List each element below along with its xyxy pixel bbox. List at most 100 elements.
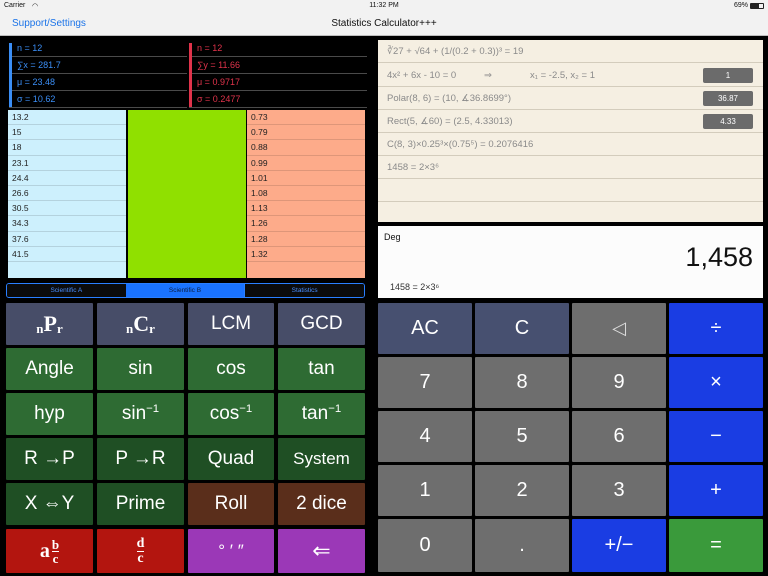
- y-cell[interactable]: 1.01: [247, 171, 365, 186]
- y-cell[interactable]: 1.32: [247, 247, 365, 262]
- minus-button[interactable]: −: [669, 411, 763, 462]
- permutation-button[interactable]: nPr: [6, 303, 93, 345]
- digit-2-button[interactable]: 2: [475, 465, 569, 516]
- digit-5-button[interactable]: 5: [475, 411, 569, 462]
- lcm-button[interactable]: LCM: [188, 303, 274, 345]
- sin-button[interactable]: sin: [97, 348, 184, 390]
- history-recall-button[interactable]: 1: [703, 68, 753, 83]
- history-recall-button[interactable]: 4.33: [703, 114, 753, 129]
- x-cell[interactable]: 37.6: [8, 232, 126, 247]
- page-title: Statistics Calculator+++: [331, 18, 437, 29]
- x-cell[interactable]: 30.5: [8, 201, 126, 217]
- angle-button[interactable]: Angle: [6, 348, 93, 390]
- history-row[interactable]: ∛27 + √64 + (1/(0.2 + 0.3))³ = 19: [378, 40, 763, 63]
- empty-data-column[interactable]: [128, 110, 246, 278]
- divide-button[interactable]: ÷: [669, 303, 763, 354]
- history-row[interactable]: Rect(5, ∡60) = (2.5, 4.33013) 4.33: [378, 110, 763, 133]
- digit-1-button[interactable]: 1: [378, 465, 472, 516]
- atan-button[interactable]: tan −1: [278, 393, 365, 435]
- arrow-icon: ⇒: [484, 70, 492, 81]
- history-row-empty: [378, 179, 763, 202]
- result-value: 1,458: [685, 242, 753, 272]
- asin-label: sin: [121, 403, 147, 424]
- tan-button[interactable]: tan: [278, 348, 365, 390]
- x-data-column[interactable]: 13.2 15 18 23.1 24.4 26.6 30.5 34.3 37.6…: [8, 110, 126, 278]
- acos-label: cos: [209, 403, 240, 424]
- history-row[interactable]: C(8, 3)×0.25³×(0.75⁵) = 0.2076416: [378, 133, 763, 156]
- support-settings-button[interactable]: Support/Settings: [12, 18, 86, 29]
- history-row[interactable]: 4x² + 6x - 10 = 0 ⇒ x₁ = -2.5, x₂ = 1 1: [378, 64, 763, 87]
- y-cell[interactable]: 0.88: [247, 140, 365, 156]
- all-clear-button[interactable]: AC: [378, 303, 472, 354]
- plus-button[interactable]: +: [669, 465, 763, 516]
- system-button[interactable]: System: [278, 438, 365, 480]
- x-cell[interactable]: 23.1: [8, 156, 126, 171]
- gcd-button[interactable]: GCD: [278, 303, 365, 345]
- cos-button[interactable]: cos: [188, 348, 274, 390]
- swap-xy-button[interactable]: X ⇔Y: [6, 483, 93, 525]
- stat-y-sum: ∑y = 11.66: [189, 57, 367, 74]
- backspace-button[interactable]: ⇐: [278, 529, 365, 573]
- polar-to-rect-button[interactable]: P →R: [97, 438, 184, 480]
- tab-scientific-b[interactable]: Scientific B: [125, 284, 245, 297]
- clock: 11:32 PM: [369, 2, 399, 9]
- x-cell[interactable]: 18: [8, 140, 126, 156]
- sign-toggle-button[interactable]: +/−: [572, 519, 666, 572]
- multiply-button[interactable]: ×: [669, 357, 763, 408]
- digit-8-button[interactable]: 8: [475, 357, 569, 408]
- combination-button[interactable]: nCr: [97, 303, 184, 345]
- prime-button[interactable]: Prime: [97, 483, 184, 525]
- acos-button[interactable]: cos −1: [188, 393, 274, 435]
- digit-9-button[interactable]: 9: [572, 357, 666, 408]
- digit-6-button[interactable]: 6: [572, 411, 666, 462]
- atan-label: tan: [301, 403, 329, 424]
- digit-3-button[interactable]: 3: [572, 465, 666, 516]
- y-cell[interactable]: 1.08: [247, 186, 365, 202]
- rect-to-polar-button[interactable]: R →P: [6, 438, 93, 480]
- y-data-column[interactable]: 0.73 0.79 0.88 0.99 1.01 1.08 1.13 1.26 …: [247, 110, 365, 278]
- inverse-exponent: −1: [328, 403, 342, 415]
- history-row[interactable]: Polar(8, 6) = (10, ∡36.8699°) 36.87: [378, 87, 763, 110]
- fraction-button[interactable]: abc: [6, 529, 93, 573]
- x-cell[interactable]: 15: [8, 125, 126, 141]
- history-recall-button[interactable]: 36.87: [703, 91, 753, 106]
- digit-4-button[interactable]: 4: [378, 411, 472, 462]
- decimal-button[interactable]: .: [475, 519, 569, 572]
- x-cell[interactable]: 26.6: [8, 186, 126, 202]
- y-cell[interactable]: 1.26: [247, 216, 365, 232]
- quadratic-button[interactable]: Quad: [188, 438, 274, 480]
- x-cell[interactable]: 24.4: [8, 171, 126, 186]
- delete-icon[interactable]: ◁: [572, 303, 666, 354]
- dms-button[interactable]: ° ′ ″: [188, 529, 274, 573]
- stat-x-sum: ∑x = 281.7: [9, 57, 187, 74]
- y-cell[interactable]: 0.73: [247, 110, 365, 126]
- digit-7-button[interactable]: 7: [378, 357, 472, 408]
- stats-x-bar: [9, 43, 12, 107]
- app-root: Carrier ◠ 11:32 PM 69% Statistics Calcul…: [0, 0, 768, 576]
- x-cell[interactable]: 41.5: [8, 247, 126, 262]
- x-cell-empty[interactable]: [8, 262, 126, 277]
- y-cell[interactable]: 1.13: [247, 201, 365, 217]
- hyp-button[interactable]: hyp: [6, 393, 93, 435]
- y-cell[interactable]: 1.28: [247, 232, 365, 247]
- two-dice-button[interactable]: 2 dice: [278, 483, 365, 525]
- asin-button[interactable]: sin −1: [97, 393, 184, 435]
- derivative-button[interactable]: dc: [97, 529, 184, 573]
- x-cell[interactable]: 34.3: [8, 216, 126, 232]
- y-cell[interactable]: 0.99: [247, 156, 365, 171]
- stat-y-mean: μ = 0.9717: [189, 74, 367, 91]
- roll-button[interactable]: Roll: [188, 483, 274, 525]
- tab-scientific-a[interactable]: Scientific A: [7, 284, 126, 297]
- history-solution: x₁ = -2.5, x₂ = 1: [530, 70, 595, 81]
- inverse-exponent: −1: [239, 403, 253, 415]
- equals-button[interactable]: =: [669, 519, 763, 572]
- y-cell[interactable]: 0.79: [247, 125, 365, 141]
- stat-y-sd: σ = 0.2477: [189, 91, 367, 108]
- x-cell[interactable]: 13.2: [8, 110, 126, 126]
- history-panel: ∛27 + √64 + (1/(0.2 + 0.3))³ = 19 4x² + …: [378, 40, 763, 222]
- clear-button[interactable]: C: [475, 303, 569, 354]
- history-row[interactable]: 1458 = 2×3⁶: [378, 156, 763, 179]
- digit-0-button[interactable]: 0: [378, 519, 472, 572]
- battery-label: 69%: [734, 2, 749, 9]
- tab-statistics[interactable]: Statistics: [244, 284, 364, 297]
